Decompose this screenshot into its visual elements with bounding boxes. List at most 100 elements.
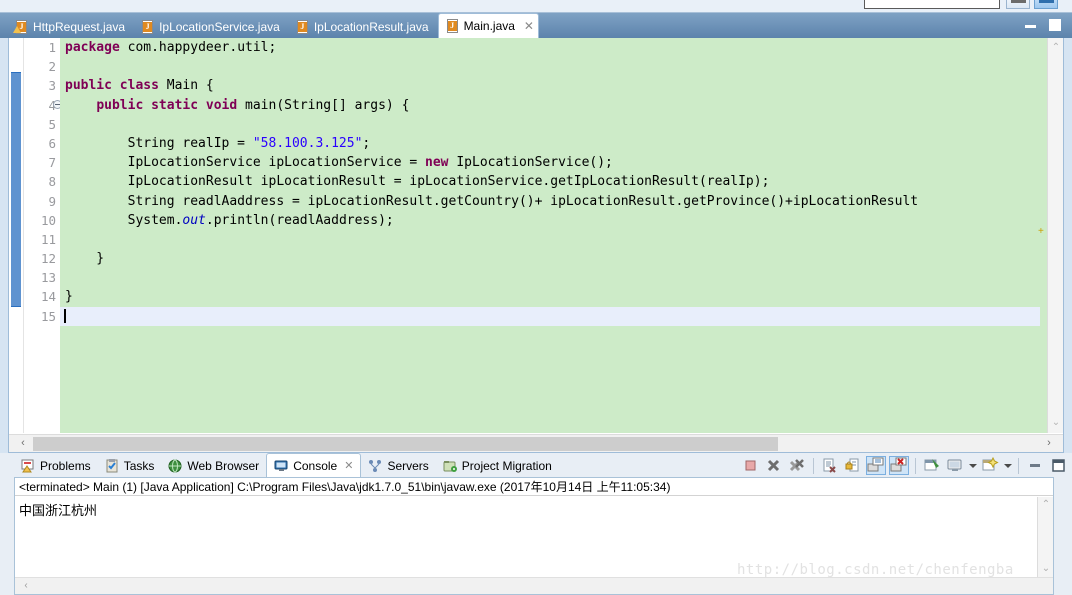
console-tab-problems[interactable]: Problems: [14, 455, 98, 477]
close-icon[interactable]: ✕: [524, 19, 534, 33]
code-editor-area[interactable]: package com.happydeer.util; public class…: [60, 38, 1063, 433]
problems-icon: [21, 459, 36, 473]
line-number: 15: [40, 308, 56, 324]
toolbar-separator: [915, 457, 916, 474]
scroll-down-icon[interactable]: ⌄: [1048, 415, 1063, 431]
search-input[interactable]: [864, 0, 1000, 9]
code-line-current[interactable]: [60, 306, 1040, 326]
change-bar: [11, 72, 21, 307]
show-console-on-error-button[interactable]: [889, 456, 909, 475]
annotation-ruler[interactable]: [9, 38, 24, 433]
toolbar-button-1[interactable]: [1006, 0, 1030, 9]
toolbar-separator: [1018, 457, 1019, 474]
console-vertical-scrollbar[interactable]: ⌃ ⌄: [1037, 497, 1053, 577]
open-console-button[interactable]: [980, 456, 1000, 475]
line-number-gutter: 1 2 3 4 5 6 7 8 9 10 11 12 13 14 15: [24, 38, 60, 433]
console-output-text: 中国浙江杭州: [19, 504, 98, 519]
console-output-area[interactable]: <terminated> Main (1) [Java Application]…: [14, 477, 1054, 595]
scroll-left-icon[interactable]: ‹: [19, 578, 33, 593]
editor-tab-httprequest[interactable]: J HttpRequest.java: [8, 15, 134, 38]
console-icon: [274, 459, 289, 473]
editor-vertical-scrollbar[interactable]: ⌃ ⌄: [1047, 38, 1063, 433]
toolbar-button-2-glyph: [1039, 0, 1054, 3]
scroll-right-icon[interactable]: ›: [1041, 435, 1057, 452]
text-caret: [64, 308, 66, 323]
code-line: String readlAaddress = ipLocationResult.…: [65, 193, 919, 209]
clear-console-button[interactable]: [820, 456, 840, 475]
close-icon[interactable]: ✕: [344, 459, 353, 472]
code-line: public class Main {: [65, 78, 214, 94]
console-horizontal-scrollbar[interactable]: ‹: [15, 577, 1053, 594]
toolbar-button-2[interactable]: [1034, 0, 1058, 9]
chevron-down-icon[interactable]: [1003, 456, 1012, 475]
code-line: IpLocationResult ipLocationResult = ipLo…: [65, 174, 770, 190]
remove-launch-button[interactable]: [764, 456, 784, 475]
code-line: package com.happydeer.util;: [65, 40, 277, 55]
code-line: System.out.println(readlAaddress);: [65, 212, 394, 228]
editor-body: 1 2 3 4 5 6 7 8 9 10 11 12 13 14 15 pack…: [8, 38, 1064, 453]
editor-tab-label: HttpRequest.java: [33, 19, 126, 34]
overview-ruler-warning-marker[interactable]: +: [1038, 226, 1046, 237]
remove-all-terminated-button[interactable]: [787, 456, 807, 475]
minimize-icon[interactable]: [1024, 19, 1038, 32]
toolbar-separator: [813, 457, 814, 474]
line-number: 8: [48, 174, 56, 190]
editor-tab-iplocationresult[interactable]: J IpLocationResult.java: [289, 15, 438, 38]
console-tab-label: Web Browser: [187, 459, 260, 473]
scroll-lock-button[interactable]: [843, 456, 863, 475]
scroll-left-icon[interactable]: ‹: [15, 435, 31, 452]
terminate-button[interactable]: [741, 456, 761, 475]
editor-horizontal-scrollbar[interactable]: ‹ ›: [9, 434, 1063, 452]
code-line: IpLocationService ipLocationService = ne…: [65, 155, 613, 171]
console-tab-servers[interactable]: Servers: [361, 455, 435, 477]
scrollbar-thumb[interactable]: [33, 437, 778, 451]
console-launch-header: <terminated> Main (1) [Java Application]…: [15, 478, 1053, 496]
console-tab-tasks[interactable]: Tasks: [98, 455, 162, 477]
line-number: 9: [48, 193, 56, 209]
line-number: 14: [40, 289, 56, 305]
console-tab-project-migration[interactable]: Project Migration: [436, 455, 559, 477]
chevron-down-icon[interactable]: [968, 456, 977, 475]
java-file-icon: J: [141, 19, 154, 34]
console-tab-label: Problems: [40, 459, 91, 473]
pin-console-button[interactable]: [922, 456, 942, 475]
line-number: 10: [40, 212, 56, 228]
scroll-up-icon[interactable]: ⌃: [1048, 40, 1063, 56]
display-selected-console-button[interactable]: [945, 456, 965, 475]
show-console-on-output-button[interactable]: [866, 456, 886, 475]
maximize-icon[interactable]: [1048, 19, 1062, 32]
line-number: 11: [40, 231, 56, 247]
line-number: 7: [48, 155, 56, 171]
line-number: 6: [48, 135, 56, 151]
line-number: 12: [40, 251, 56, 267]
editor-tab-label: IpLocationService.java: [159, 19, 280, 34]
project-migration-icon: [443, 459, 458, 473]
editor-tab-iplocationservice[interactable]: J IpLocationService.java: [134, 15, 289, 38]
scroll-up-icon[interactable]: ⌃: [1038, 498, 1053, 512]
console-tab-label: Project Migration: [461, 459, 552, 473]
console-tab-label: Servers: [387, 459, 429, 473]
line-number: 13: [40, 270, 56, 286]
editor-tabbar: J HttpRequest.java J IpLocationService.j…: [8, 13, 539, 38]
console-tab-label: Tasks: [123, 459, 155, 473]
console-tab-web-browser[interactable]: Web Browser: [161, 455, 266, 477]
scroll-down-icon[interactable]: ⌄: [1038, 562, 1053, 576]
editor-tab-main[interactable]: J Main.java ✕: [437, 13, 539, 38]
code-line: }: [65, 251, 105, 267]
code-line: public static void main(String[] args) {: [96, 97, 410, 113]
console-panel: Problems Tasks Web Browser Console ✕ Ser…: [0, 453, 1072, 595]
java-file-icon: J: [296, 19, 309, 34]
minimize-panel-button[interactable]: [1025, 456, 1045, 475]
web-browser-icon: [168, 459, 183, 473]
line-number: 5: [48, 116, 56, 132]
console-tab-label: Console: [293, 458, 338, 473]
maximize-panel-button[interactable]: [1048, 456, 1068, 475]
editor-titlebar: J HttpRequest.java J IpLocationService.j…: [0, 13, 1072, 38]
console-tab-console[interactable]: Console ✕: [266, 453, 362, 477]
code-line: String realIp = "58.100.3.125";: [65, 135, 371, 151]
line-number: 3: [48, 78, 56, 94]
console-tab-list: Problems Tasks Web Browser Console ✕ Ser…: [14, 453, 559, 477]
